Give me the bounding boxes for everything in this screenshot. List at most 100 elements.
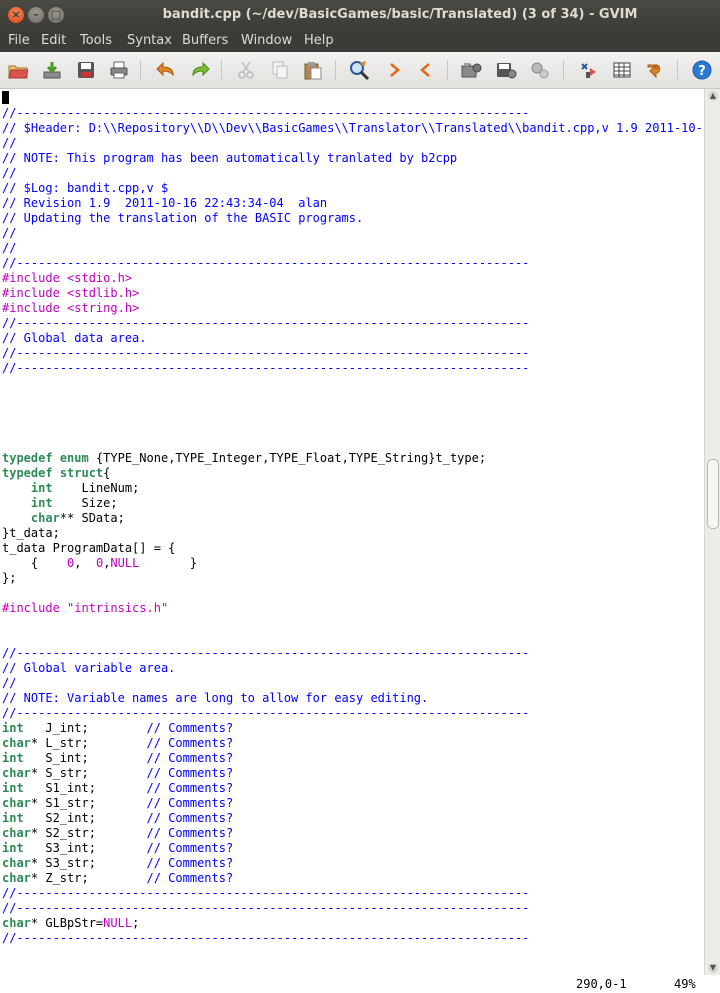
code-token: * S_str; xyxy=(30,766,147,780)
code-token: NULL xyxy=(103,916,133,930)
find-next-icon[interactable] xyxy=(382,58,406,82)
make-icon[interactable] xyxy=(576,58,600,82)
code-line: char* S2_str; // Comments? xyxy=(2,826,233,841)
code-token: char xyxy=(2,736,31,750)
code-token: #include <stdlib.h> xyxy=(2,286,140,300)
code-token: #include <string.h> xyxy=(2,301,140,315)
code-token: * S3_str; xyxy=(30,856,147,870)
code-token: //--------------------------------------… xyxy=(2,646,530,660)
code-token: // Comments? xyxy=(146,841,234,855)
code-token: Size; xyxy=(52,496,118,510)
menu-syntax[interactable]: Syntax xyxy=(127,30,172,52)
code-token: // Global variable area. xyxy=(2,661,176,675)
scroll-up-icon[interactable]: ▲ xyxy=(708,91,718,101)
code-token: * Z_str; xyxy=(30,871,147,885)
code-line: //--------------------------------------… xyxy=(2,361,529,376)
run-script-icon[interactable] xyxy=(528,58,552,82)
menu-buffers[interactable]: Buffers xyxy=(182,30,228,52)
code-line: // xyxy=(2,136,16,151)
code-token: // Comments? xyxy=(146,736,234,750)
code-token: //--------------------------------------… xyxy=(2,106,530,120)
copy-icon[interactable] xyxy=(268,58,292,82)
undo-icon[interactable] xyxy=(154,58,178,82)
code-token: int xyxy=(2,781,24,795)
open-file-icon[interactable] xyxy=(6,58,30,82)
code-token: char xyxy=(30,511,60,525)
code-line: //--------------------------------------… xyxy=(2,886,529,901)
code-line: int LineNum; xyxy=(2,481,139,496)
code-token: #include xyxy=(2,601,68,615)
paste-icon[interactable] xyxy=(301,58,325,82)
menu-help[interactable]: Help xyxy=(304,30,334,52)
scroll-down-icon[interactable]: ▼ xyxy=(708,963,718,973)
code-token: { xyxy=(103,466,111,480)
code-line: char** SData; xyxy=(2,511,125,526)
code-token: // Comments? xyxy=(146,811,234,825)
menu-tools[interactable]: Tools xyxy=(80,30,112,52)
code-token: // $Header: D:\\Repository\\D\\Dev\\Basi… xyxy=(2,121,704,135)
code-token: int xyxy=(2,751,24,765)
menu-edit[interactable]: Edit xyxy=(41,30,66,52)
code-token: // Comments? xyxy=(146,796,234,810)
code-token: // NOTE: Variable names are long to allo… xyxy=(2,691,429,705)
load-session-icon[interactable] xyxy=(460,58,484,82)
code-token: //--------------------------------------… xyxy=(2,901,530,915)
menu-window[interactable]: Window xyxy=(241,30,292,52)
code-token: // Comments? xyxy=(146,856,234,870)
text-editor[interactable]: //--------------------------------------… xyxy=(0,89,704,975)
cut-icon[interactable] xyxy=(234,58,258,82)
code-token: // xyxy=(2,136,17,150)
save-session-icon[interactable] xyxy=(494,58,518,82)
vertical-scrollbar[interactable]: ▲ ▼ xyxy=(704,89,720,975)
print-icon[interactable] xyxy=(107,58,131,82)
code-token: {TYPE_None,TYPE_Integer,TYPE_Float,TYPE_… xyxy=(88,451,487,465)
close-window-button[interactable]: × xyxy=(8,7,24,23)
code-token: //--------------------------------------… xyxy=(2,931,530,945)
find-replace-icon[interactable] xyxy=(347,58,371,82)
scrollbar-thumb[interactable] xyxy=(707,459,719,529)
code-token: // Comments? xyxy=(146,826,234,840)
code-token: char xyxy=(2,916,31,930)
code-line: int S1_int; // Comments? xyxy=(2,781,233,796)
save-file-icon[interactable] xyxy=(40,58,64,82)
code-line: char* S_str; // Comments? xyxy=(2,766,233,781)
code-line: { 0, 0,NULL } xyxy=(2,556,197,571)
build-tags-icon[interactable] xyxy=(610,58,634,82)
code-token: #include <stdio.h> xyxy=(2,271,133,285)
code-token: int xyxy=(2,811,24,825)
code-token: LineNum; xyxy=(52,481,140,495)
code-token: // xyxy=(2,676,17,690)
code-token: S2_int; xyxy=(23,811,147,825)
code-token: int xyxy=(30,496,53,510)
code-token: , xyxy=(74,556,96,570)
code-line: #include "intrinsics.h" xyxy=(2,601,168,616)
help-icon[interactable]: ? xyxy=(690,58,714,82)
minimize-window-button[interactable]: – xyxy=(28,7,44,23)
code-line: int S2_int; // Comments? xyxy=(2,811,233,826)
code-line: // xyxy=(2,241,16,256)
code-token: int xyxy=(30,481,53,495)
code-token: // Comments? xyxy=(146,781,234,795)
code-token: }; xyxy=(2,571,17,585)
code-token: char xyxy=(2,766,31,780)
code-token: // Updating the translation of the BASIC… xyxy=(2,211,364,225)
maximize-window-button[interactable]: □ xyxy=(48,7,64,23)
window-title: bandit.cpp (~/dev/BasicGames/basic/Trans… xyxy=(162,7,638,22)
code-token: } xyxy=(139,556,198,570)
save-all-icon[interactable] xyxy=(74,58,98,82)
menu-file[interactable]: File xyxy=(8,30,30,52)
code-line: // Revision 1.9 2011-10-16 22:43:34-04 a… xyxy=(2,196,327,211)
code-line: // Global variable area. xyxy=(2,661,175,676)
find-prev-icon[interactable] xyxy=(414,58,438,82)
code-line: }; xyxy=(2,571,16,586)
code-token: * L_str; xyxy=(30,736,147,750)
redo-icon[interactable] xyxy=(188,58,212,82)
code-line: // Updating the translation of the BASIC… xyxy=(2,211,363,226)
code-line: #include <stdlib.h> xyxy=(2,286,139,301)
jump-tag-icon[interactable] xyxy=(643,58,667,82)
